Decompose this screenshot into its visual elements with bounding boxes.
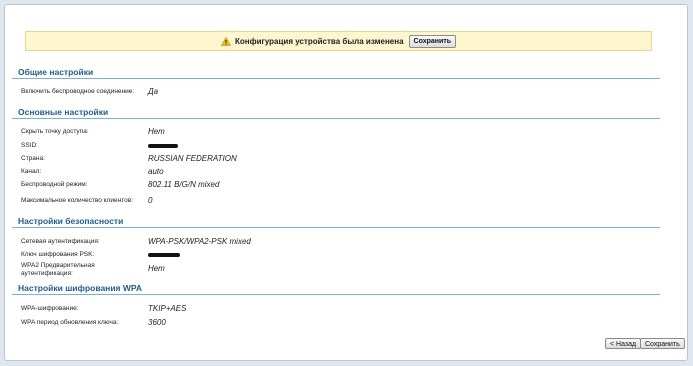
label-ssid: SSID:: [21, 142, 38, 149]
warning-icon: [220, 36, 231, 46]
config-changed-notice: Конфигурация устройства была изменена Со…: [25, 31, 652, 51]
value-wpa-cipher: TKIP+AES: [148, 304, 187, 313]
value-network-auth: WPA-PSK/WPA2-PSK mixed: [148, 237, 251, 246]
value-hide-ap: Нет: [148, 127, 165, 136]
label-wireless-mode: Беспроводной режим:: [21, 181, 88, 188]
label-key-renewal: WPA период обновления ключа:: [21, 319, 119, 326]
value-wpa2-preauth: Нет: [148, 264, 165, 273]
label-psk-key: Ключ шифрования PSK:: [21, 251, 95, 258]
value-wireless-mode: 802.11 B/G/N mixed: [148, 180, 220, 189]
label-hide-ap: Скрыть точку доступа:: [21, 128, 89, 135]
section-divider: [12, 294, 660, 295]
section-divider: [12, 118, 660, 119]
section-divider: [12, 78, 660, 79]
save-button[interactable]: Сохранить: [640, 338, 685, 349]
ssid-redacted-value: [148, 144, 178, 148]
notice-text: Конфигурация устройства была изменена: [234, 36, 404, 46]
section-title-basic: Основные настройки: [18, 107, 109, 117]
value-country: RUSSIAN FEDERATION: [148, 154, 237, 163]
label-channel: Канал:: [21, 168, 42, 175]
label-wpa-cipher: WPA-шифрование:: [21, 305, 79, 312]
label-country: Страна:: [21, 155, 45, 162]
back-button[interactable]: < Назад: [605, 338, 642, 349]
section-divider: [12, 227, 660, 228]
section-title-general: Общие настройки: [18, 67, 94, 77]
label-enable-wireless: Включить беспроводное соединение:: [21, 88, 135, 95]
section-title-security: Настройки безопасности: [18, 216, 124, 226]
value-channel: auto: [148, 167, 164, 176]
label-max-clients: Максимальное количество клиентов:: [21, 197, 133, 204]
psk-key-redacted-value: [148, 253, 180, 257]
notice-save-button[interactable]: Сохранить: [408, 34, 457, 48]
value-key-renewal: 3600: [148, 318, 166, 327]
value-enable-wireless: Да: [148, 87, 159, 96]
section-title-wpa: Настройки шифрования WPA: [18, 283, 143, 293]
label-network-auth: Сетевая аутентификация:: [21, 238, 100, 245]
label-wpa2-preauth: WPA2 Предварительная аутентификация:: [21, 262, 95, 277]
value-max-clients: 0: [148, 196, 153, 205]
